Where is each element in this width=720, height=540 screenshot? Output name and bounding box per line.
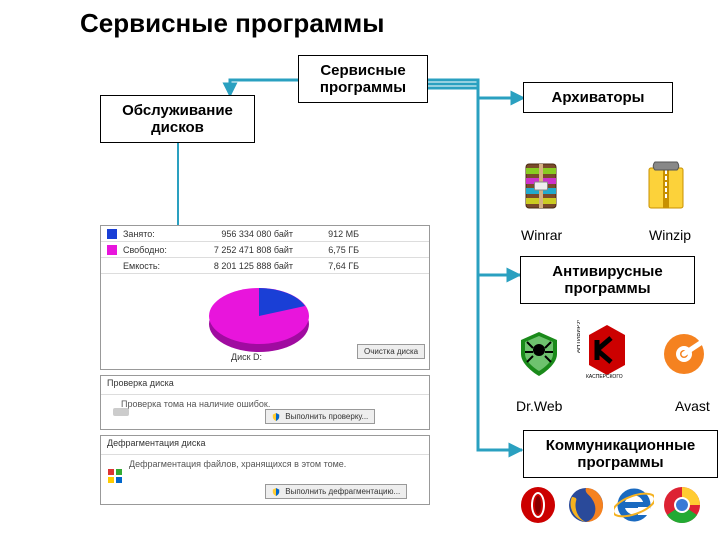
svg-text:КАСПЕРСКОГО: КАСПЕРСКОГО — [586, 374, 623, 380]
firefox-icon — [566, 485, 606, 525]
defrag-panel: Дефрагментация диска Дефрагментация файл… — [100, 435, 430, 505]
free-swatch — [107, 245, 117, 255]
run-check-label: Выполнить проверку... — [285, 412, 368, 421]
defrag-title: Дефрагментация диска — [101, 436, 429, 455]
total-bytes: 8 201 125 888 байт — [183, 261, 293, 271]
free-row: Свободно: 7 252 471 808 байт 6,75 ГБ — [101, 242, 429, 258]
clean-disk-button[interactable]: Очистка диска — [357, 344, 425, 359]
winrar-icon — [520, 160, 562, 212]
shield-icon — [272, 488, 280, 496]
check-disk-title: Проверка диска — [101, 376, 429, 395]
box-obsl: Обслуживание дисков — [100, 95, 255, 143]
run-check-button[interactable]: Выполнить проверку... — [265, 409, 375, 424]
drweb-icon — [515, 330, 563, 378]
label-winzip: Winzip — [649, 227, 691, 243]
box-serv-prog: Сервисные программы — [298, 55, 428, 103]
page-title: Сервисные программы — [80, 8, 384, 39]
drive-icon — [113, 408, 129, 416]
defrag-text: Дефрагментация файлов, хранящихся в этом… — [101, 455, 429, 469]
chrome-icon — [662, 485, 702, 525]
used-mb: 912 МБ — [299, 229, 359, 239]
label-drweb: Dr.Web — [516, 398, 562, 414]
check-disk-text: Проверка тома на наличие ошибок. — [101, 395, 429, 409]
disk-name: Диск D: — [231, 352, 262, 362]
label-winrar: Winrar — [521, 227, 562, 243]
defrag-icon — [107, 468, 123, 484]
disk-usage-panel: Занято: 956 334 080 байт 912 МБ Свободно… — [100, 225, 430, 370]
box-arch: Архиваторы — [523, 82, 673, 113]
total-row: Емкость: 8 201 125 888 байт 7,64 ГБ — [101, 258, 429, 274]
free-gb: 6,75 ГБ — [299, 245, 359, 255]
label-avast: Avast — [675, 398, 710, 414]
free-bytes: 7 252 471 808 байт — [183, 245, 293, 255]
used-bytes: 956 334 080 байт — [183, 229, 293, 239]
total-label: Емкость: — [123, 261, 177, 271]
run-defrag-button[interactable]: Выполнить дефрагментацию... — [265, 484, 407, 499]
ie-icon — [614, 485, 654, 525]
used-swatch — [107, 229, 117, 239]
opera-icon — [518, 485, 558, 525]
check-disk-panel: Проверка диска Проверка тома на наличие … — [100, 375, 430, 430]
run-defrag-label: Выполнить дефрагментацию... — [285, 487, 400, 496]
winzip-icon — [645, 160, 687, 212]
box-comm: Коммуникационные программы — [523, 430, 718, 478]
kaspersky-icon: АНТИВИРУС КАСПЕРСКОГО — [577, 320, 637, 380]
svg-text:АНТИВИРУС: АНТИВИРУС — [577, 320, 582, 353]
total-gb: 7,64 ГБ — [299, 261, 359, 271]
box-antiv: Антивирусные программы — [520, 256, 695, 304]
avast-icon — [660, 330, 708, 378]
used-row: Занято: 956 334 080 байт 912 МБ — [101, 226, 429, 242]
shield-icon — [272, 413, 280, 421]
used-label: Занято: — [123, 229, 177, 239]
free-label: Свободно: — [123, 245, 177, 255]
